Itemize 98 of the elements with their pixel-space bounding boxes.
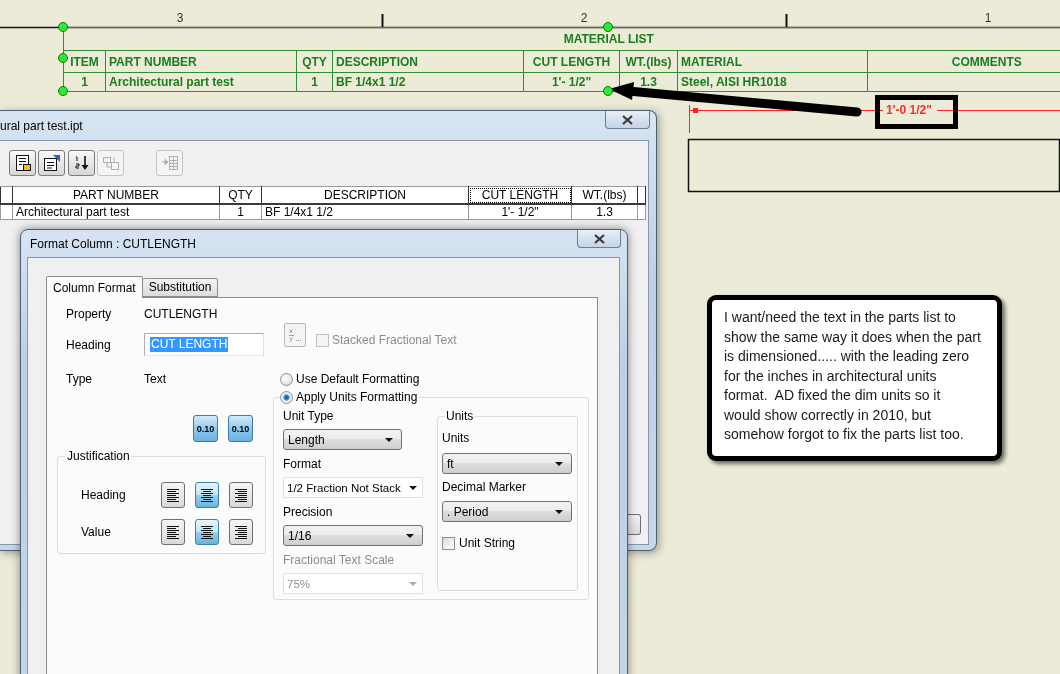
column-header[interactable]: DESCRIPTION bbox=[261, 186, 469, 204]
table-cell bbox=[637, 203, 646, 219]
column-header[interactable]: PART NUMBER bbox=[12, 186, 220, 204]
close-button[interactable] bbox=[605, 111, 650, 129]
justify-button[interactable] bbox=[195, 519, 219, 545]
align-right-icon bbox=[235, 488, 247, 502]
dropdown[interactable]: . Period bbox=[442, 501, 572, 522]
field-label: Type bbox=[66, 370, 92, 387]
fraction-icon bbox=[288, 327, 302, 343]
toolbar-button[interactable] bbox=[68, 150, 95, 176]
close-icon bbox=[593, 233, 605, 244]
table-cell bbox=[0, 203, 13, 219]
grip-icon[interactable] bbox=[603, 22, 613, 32]
column-header[interactable] bbox=[637, 186, 646, 204]
checkbox-label: Unit String bbox=[459, 536, 516, 550]
caret-icon bbox=[555, 461, 563, 466]
column-header[interactable]: WT.(lbs) bbox=[571, 186, 638, 204]
dropdown[interactable]: ft bbox=[442, 453, 572, 474]
align-left-icon bbox=[167, 488, 179, 502]
caret-icon bbox=[406, 533, 414, 538]
table-cell: BF 1/4x1 1/2 bbox=[332, 72, 524, 92]
radio-button[interactable] bbox=[280, 372, 293, 386]
zone-label: 1 bbox=[984, 11, 992, 25]
justify-button[interactable] bbox=[229, 519, 253, 545]
tab[interactable]: Substitution bbox=[142, 278, 219, 297]
field-label: Unit Type bbox=[283, 408, 334, 424]
align-right-icon bbox=[235, 525, 247, 539]
table-cell: 1.3 bbox=[571, 203, 638, 219]
radio-label: Apply Units Formatting bbox=[296, 389, 418, 405]
field-label: Units bbox=[442, 430, 470, 446]
zone-label: 2 bbox=[580, 11, 588, 25]
column-header: DESCRIPTION bbox=[332, 50, 524, 73]
field-label: Heading bbox=[66, 336, 111, 353]
window-title: ural part test.ipt bbox=[0, 118, 83, 134]
window-title: Format Column : CUTLENGTH bbox=[30, 236, 197, 252]
column-header: QTY bbox=[296, 50, 333, 73]
grip-icon[interactable] bbox=[58, 53, 68, 63]
grip-icon[interactable] bbox=[58, 22, 68, 32]
caret-icon bbox=[409, 485, 417, 490]
field-label: Property bbox=[66, 305, 112, 322]
field-label: Decimal Marker bbox=[442, 479, 526, 495]
table-cell: Architectural part test bbox=[12, 203, 220, 219]
justify-button[interactable] bbox=[195, 482, 219, 508]
caret-icon bbox=[555, 509, 563, 514]
column-header: WT.(lbs) bbox=[619, 50, 678, 73]
table-cell: 1 bbox=[219, 203, 262, 219]
checkbox[interactable] bbox=[442, 536, 455, 550]
align-center-icon bbox=[201, 488, 213, 502]
field-label: Precision bbox=[283, 504, 333, 520]
grip-icon[interactable] bbox=[58, 86, 68, 96]
close-button[interactable] bbox=[577, 230, 621, 248]
dimension-text: 1'-0 1/2" bbox=[886, 103, 932, 117]
zone-label: 3 bbox=[176, 11, 184, 25]
field-value: CUTLENGTH bbox=[144, 305, 218, 322]
callout-note: I want/need the text in the parts list to show the same way it does when the part is dimensioned..... with the leading zero for the inches in architectural units format. AD fixed the dim units so it would show correctly in 2010, but somehow forgot to fix the parts list too. bbox=[707, 295, 1002, 461]
table-cell: 1'- 1/2" bbox=[468, 203, 572, 219]
field-label: Heading bbox=[81, 487, 126, 503]
toolbar-button[interactable] bbox=[9, 150, 36, 176]
toolbar-button[interactable] bbox=[38, 150, 65, 176]
checkbox-label: Stacked Fractional Text bbox=[332, 333, 457, 347]
table-icon bbox=[13, 154, 32, 172]
column-header[interactable] bbox=[0, 186, 13, 204]
merge-icon bbox=[101, 154, 120, 172]
justify-button[interactable] bbox=[229, 482, 253, 508]
field-label: Value bbox=[81, 524, 111, 540]
justify-button[interactable] bbox=[161, 482, 185, 508]
column-header[interactable]: QTY bbox=[219, 186, 262, 204]
precision-button[interactable]: 0.10 bbox=[193, 415, 218, 442]
dropdown[interactable]: 1/2 Fraction Not Stack bbox=[283, 477, 423, 498]
align-center-icon bbox=[201, 525, 213, 539]
properties-icon bbox=[42, 154, 61, 172]
precision-button[interactable]: 0.10 bbox=[228, 415, 253, 442]
caret-icon bbox=[409, 581, 417, 586]
radio-label: Use Default Formatting bbox=[296, 371, 420, 387]
justify-button[interactable] bbox=[161, 519, 185, 545]
field-label: Fractional Text Scale bbox=[283, 552, 395, 568]
radio-button[interactable] bbox=[280, 390, 293, 404]
field-label: Format bbox=[283, 456, 321, 472]
column-header: CUT LENGTH bbox=[523, 50, 620, 73]
close-icon bbox=[622, 114, 633, 125]
grip-icon[interactable] bbox=[603, 86, 613, 96]
table-title: MATERIAL LIST bbox=[63, 27, 1060, 51]
column-header[interactable]: CUT LENGTH bbox=[468, 186, 572, 204]
group-label: Justification bbox=[66, 449, 131, 463]
align-left-icon bbox=[167, 525, 179, 539]
sort-icon bbox=[72, 154, 91, 172]
dropdown[interactable]: 1/16 bbox=[283, 525, 423, 546]
table-cell: BF 1/4x1 1/2 bbox=[261, 203, 469, 219]
column-header: MATERIAL bbox=[677, 50, 868, 73]
field-value: Text bbox=[144, 370, 166, 387]
export-icon bbox=[160, 154, 179, 172]
tab[interactable]: Column Format bbox=[46, 276, 143, 298]
dropdown[interactable]: Length bbox=[283, 429, 402, 450]
table-cell: 1 bbox=[296, 72, 333, 92]
table-cell: Architectural part test bbox=[105, 72, 297, 92]
group-label: Units bbox=[445, 409, 475, 423]
caret-icon bbox=[385, 437, 393, 442]
column-header: PART NUMBER bbox=[105, 50, 297, 73]
